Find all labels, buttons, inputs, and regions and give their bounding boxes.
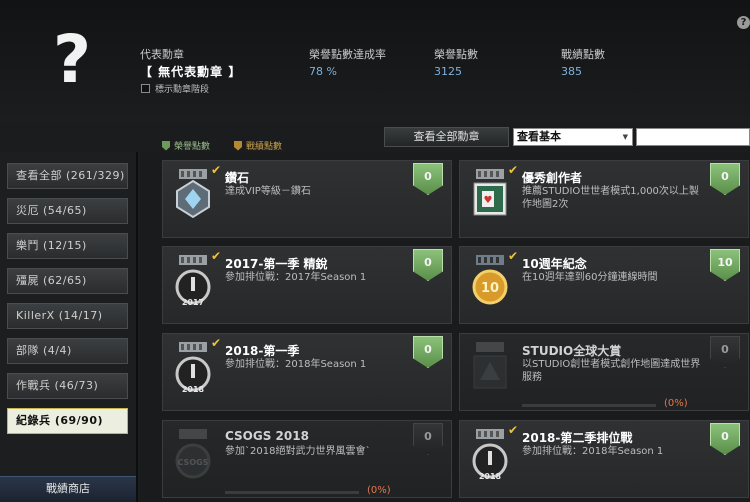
battle-shop-button[interactable]: 戰績商店 (0, 476, 136, 502)
medal-card[interactable]: 10 ✔ 10週年紀念 在10週年達到60分鐘連線時間 10 (459, 246, 749, 324)
svg-text:10: 10 (481, 281, 499, 296)
rep-medal-label: 代表勳章 (140, 48, 184, 61)
svg-text:CSOGS: CSOGS (178, 458, 209, 467)
legend-honor-label: 榮譽點數 (174, 142, 211, 152)
points-badge: 0 (413, 336, 443, 368)
battle-points-value: 385 (561, 65, 582, 78)
studio-award-medal-icon (473, 342, 507, 389)
progress-percent: (0%) (367, 485, 391, 496)
sidebar-item-squad[interactable]: 部隊 (4/4) (7, 338, 128, 364)
honor-points-label: 榮譽點數 (434, 48, 478, 61)
search-input[interactable] (636, 128, 750, 146)
medal-title: STUDIO全球大賞 (522, 344, 622, 358)
medal-desc: 推薦STUDIO世世者模式1,000次以上製作地圖2次 (522, 186, 699, 210)
points-badge: 0 (413, 249, 443, 281)
medal-desc: 參加排位戰：2017年Season 1 (225, 272, 367, 283)
rep-medal-value: 【 無代表勳章 】 (140, 65, 242, 79)
filter-select-value: 查看基本 (517, 130, 561, 143)
anniversary-medal-icon: 10 (472, 255, 508, 305)
medal-desc: 達成VIP等級－鑽石 (225, 186, 311, 197)
legend-battle-label: 戰績點數 (246, 142, 283, 152)
points-badge: 0 (710, 336, 740, 368)
creator-medal-icon: ♥ (473, 169, 507, 216)
season-2017-medal-icon: 2017 (175, 255, 211, 307)
green-shield-icon (162, 140, 170, 151)
medal-title: 鑽石 (225, 171, 250, 185)
medal-title: 2017-第一季 精銳 (225, 257, 328, 271)
sidebar-item-record[interactable]: 紀錄兵 (69/90) (7, 408, 128, 434)
season-2018-medal-icon: 2018 (175, 342, 211, 394)
points-badge: 0 (710, 163, 740, 195)
svg-text:2017: 2017 (182, 298, 204, 307)
progress-bar (225, 491, 359, 494)
medal-card[interactable]: ♥ ✔ 優秀創作者 推薦STUDIO世世者模式1,000次以上製作地圖2次 0 (459, 160, 749, 238)
medal-card[interactable]: 2017 ✔ 2017-第一季 精銳 參加排位戰：2017年Season 1 0 (162, 246, 452, 324)
medal-title: 10週年紀念 (522, 257, 587, 271)
completed-check-icon: ✔ (508, 423, 519, 437)
sidebar-item-all[interactable]: 查看全部 (261/329) (7, 163, 128, 189)
csogs-medal-icon: CSOGS (175, 429, 211, 479)
sidebar-item-zombie[interactable]: 殭屍 (62/65) (7, 268, 128, 294)
medal-card[interactable]: ✔ 鑽石 達成VIP等級－鑽石 0 (162, 160, 452, 238)
question-mark-icon: ? (52, 21, 92, 98)
medal-title: CSOGS 2018 (225, 429, 309, 443)
sidebar-item-killerx[interactable]: KillerX (14/17) (7, 303, 128, 329)
gold-shield-icon (234, 140, 242, 151)
medal-card[interactable]: CSOGS CSOGS 2018 參加`2018絕對武力世界風雲會` 0 (0%… (162, 420, 452, 498)
show-stage-label: 標示勳章階段 (155, 85, 210, 95)
points-badge: 0 (413, 423, 443, 455)
sidebar-item-fun[interactable]: 樂鬥 (12/15) (7, 233, 128, 259)
help-icon[interactable]: ? (737, 16, 750, 29)
medal-title: 2018-第二季排位戰 (522, 431, 633, 445)
progress-bar (522, 404, 656, 407)
medal-title: 優秀創作者 (522, 171, 583, 185)
diamond-medal-icon (176, 169, 210, 219)
divider (136, 152, 138, 502)
sidebar-item-disaster[interactable]: 災厄 (54/65) (7, 198, 128, 224)
battle-points-label: 戰績點數 (561, 48, 605, 61)
chevron-down-icon: ▼ (622, 133, 628, 141)
medal-desc: 參加排位戰：2018年Season 1 (522, 446, 664, 457)
svg-text:♥: ♥ (484, 195, 493, 206)
medal-title: 2018-第一季 (225, 344, 300, 358)
honor-points-value: 3125 (434, 65, 462, 78)
medal-desc: 以STUDIO創世者模式創作地圖達成世界服務 (522, 359, 701, 383)
medal-desc: 參加`2018絕對武力世界風雲會` (225, 446, 371, 457)
filter-select[interactable]: 查看基本 ▼ (513, 128, 633, 146)
medal-card[interactable]: 2018 ✔ 2018-第一季 參加排位戰：2018年Season 1 0 (162, 333, 452, 411)
legend-battle: 戰績點數 (234, 139, 282, 152)
medal-card[interactable]: 2018 ✔ 2018-第二季排位戰 參加排位戰：2018年Season 1 0 (459, 420, 749, 498)
medal-card[interactable]: STUDIO全球大賞 以STUDIO創世者模式創作地圖達成世界服務 0 (0%) (459, 333, 749, 411)
honor-rate-label: 榮譽點數達成率 (309, 48, 386, 61)
completed-check-icon: ✔ (508, 163, 519, 177)
svg-text:2018: 2018 (479, 472, 502, 481)
view-all-medals-button[interactable]: 查看全部勳章 (384, 127, 509, 147)
legend-honor: 榮譽點數 (162, 139, 210, 152)
completed-check-icon: ✔ (211, 336, 222, 350)
season-2018-ranked-medal-icon: 2018 (472, 429, 508, 481)
points-badge: 0 (413, 163, 443, 195)
completed-check-icon: ✔ (508, 249, 519, 263)
completed-check-icon: ✔ (211, 249, 222, 263)
profile-header: ? 代表勳章 【 無代表勳章 】 標示勳章階段 榮譽點數達成率 78 % 榮譽點… (0, 0, 750, 122)
points-badge: 10 (710, 249, 740, 281)
sidebar-item-combat[interactable]: 作戰兵 (46/73) (7, 373, 128, 399)
svg-text:2018: 2018 (182, 385, 205, 394)
medal-desc: 參加排位戰：2018年Season 1 (225, 359, 367, 370)
completed-check-icon: ✔ (211, 163, 222, 177)
show-stage-checkbox[interactable] (141, 84, 150, 93)
medal-desc: 在10週年達到60分鐘連線時間 (522, 272, 658, 283)
progress-percent: (0%) (664, 398, 688, 409)
points-badge: 0 (710, 423, 740, 455)
honor-rate-value: 78 % (309, 65, 337, 78)
